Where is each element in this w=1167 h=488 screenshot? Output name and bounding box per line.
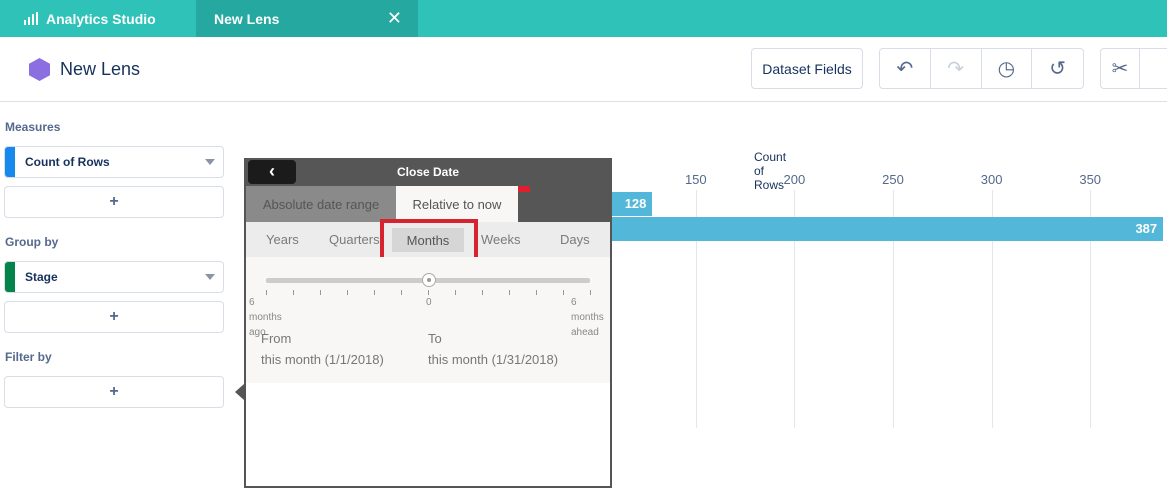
to-label: To — [428, 331, 442, 346]
clock-icon[interactable]: ◷ — [982, 49, 1033, 88]
redo-icon[interactable]: ↷ — [931, 49, 982, 88]
add-group-button[interactable]: + — [4, 301, 224, 333]
tick-label: 250 — [882, 172, 904, 187]
drag-handle[interactable] — [5, 147, 15, 177]
tick-label: 300 — [980, 172, 1003, 187]
slider-max-label: 6 months ahead — [571, 297, 604, 338]
close-icon[interactable]: ✕ — [387, 8, 402, 29]
tab-absolute-date-range[interactable]: Absolute date range — [246, 186, 396, 222]
add-measure-button[interactable]: + — [4, 186, 224, 218]
tab-relative-to-now[interactable]: Relative to now — [396, 186, 518, 222]
from-label: From — [261, 331, 292, 346]
to-value: this month (1/31/2018) — [428, 352, 559, 367]
slider-tick — [536, 290, 537, 295]
unit-days[interactable]: Days — [560, 232, 590, 247]
slider-tick — [482, 290, 483, 295]
group-select[interactable]: Stage — [4, 261, 224, 293]
tab-new-lens[interactable]: New Lens ✕ — [196, 0, 418, 37]
date-filter-popover: ‹ Close Date Absolute date range Relative… — [244, 158, 612, 488]
slider-tick — [455, 290, 456, 295]
tab-label: New Lens — [214, 10, 280, 27]
tick-label: 150 — [684, 172, 707, 187]
highlight-box — [380, 219, 478, 261]
from-value: this month (1/1/2018) — [261, 352, 384, 367]
group-by-label: Group by — [5, 235, 59, 249]
slider-tick — [347, 290, 348, 295]
reset-icon[interactable]: ↺ — [1032, 49, 1083, 88]
analytics-icon — [24, 12, 38, 25]
group-value: Stage — [25, 270, 58, 284]
cut-icon[interactable]: ✂ — [1101, 49, 1141, 88]
unit-years[interactable]: Years — [266, 232, 299, 247]
marker — [518, 186, 530, 192]
popover-title: Close Date — [396, 165, 460, 179]
unit-weeks[interactable]: Weeks — [481, 232, 521, 247]
slider-tick — [401, 290, 402, 295]
edit-button-group: ✂ — [1100, 48, 1167, 89]
drag-handle[interactable] — [5, 262, 15, 292]
measure-value: Count of Rows — [25, 155, 110, 169]
top-tab-bar: Analytics Studio New Lens ✕ — [0, 0, 1167, 37]
add-filter-button[interactable]: + — [4, 376, 224, 408]
slider-tick — [293, 290, 294, 295]
chart-axis-title: Count of Rows — [754, 150, 787, 192]
tick-label: 200 — [783, 172, 806, 187]
dataset-fields-button[interactable]: Dataset Fields — [751, 48, 863, 89]
slider-handle[interactable] — [422, 273, 436, 287]
slider-tick — [320, 290, 321, 295]
lens-icon — [29, 58, 50, 81]
chevron-down-icon — [205, 159, 215, 165]
measures-label: Measures — [5, 120, 61, 134]
app-tab-label: Analytics Studio — [46, 10, 156, 27]
measure-select[interactable]: Count of Rows — [4, 146, 224, 178]
slider-tick — [509, 290, 510, 295]
undo-icon[interactable]: ↶ — [880, 49, 931, 88]
app-tab[interactable]: Analytics Studio — [0, 0, 196, 37]
slider-tick — [563, 290, 564, 295]
filter-by-label: Filter by — [5, 350, 52, 364]
history-button-group: ↶ ↷ ◷ ↺ — [879, 48, 1084, 89]
slider-tick — [374, 290, 375, 295]
slider-mid-label: 0 — [426, 297, 432, 308]
chevron-down-icon — [205, 274, 215, 280]
tick-label: 350 — [1079, 172, 1102, 187]
unit-quarters[interactable]: Quarters — [329, 232, 380, 247]
popover-pointer — [235, 384, 244, 400]
lens-header: New Lens Dataset Fields ↶ ↷ ◷ ↺ ✂ — [0, 37, 1167, 102]
back-button[interactable]: ‹ — [248, 160, 296, 184]
page-title: New Lens — [60, 59, 141, 79]
